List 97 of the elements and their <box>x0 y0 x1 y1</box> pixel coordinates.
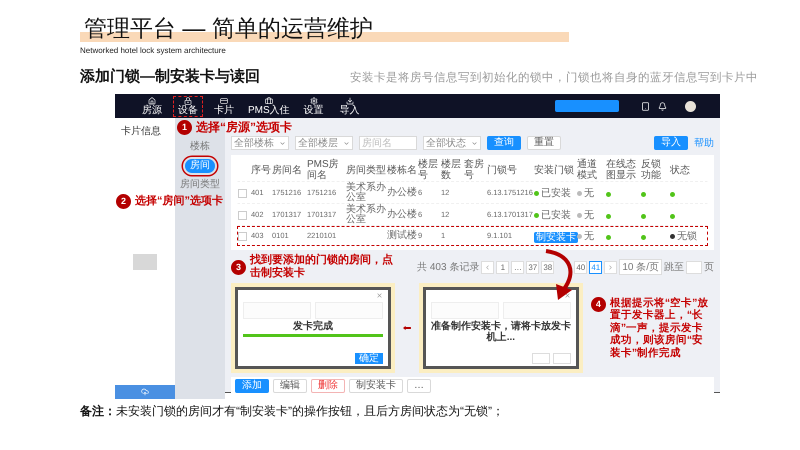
step-number: 3 <box>231 260 246 274</box>
chevron-down-icon <box>343 140 350 146</box>
column-header: 套房号 <box>464 159 485 181</box>
column-header: 反锁功能 <box>641 159 662 181</box>
row-checkbox[interactable] <box>238 232 247 240</box>
filter-button[interactable]: 重置 <box>527 136 561 150</box>
chevron-down-icon <box>279 140 286 146</box>
action-button[interactable]: 删除 <box>311 379 345 393</box>
page-button[interactable]: 41 <box>589 260 602 274</box>
nav-tab[interactable]: 设备 <box>173 96 203 116</box>
nav-icon <box>220 96 228 104</box>
section-heading: 添加门锁—制安装卡与读回 <box>80 67 260 86</box>
column-header: 状态 <box>670 164 691 176</box>
nav-icon <box>264 96 273 104</box>
column-header: 序号 <box>251 164 271 176</box>
chevron-down-icon <box>471 140 478 146</box>
sidebar-item[interactable]: 房间 <box>185 159 215 173</box>
action-button[interactable]: 添加 <box>235 379 269 393</box>
column-header: 安装门锁 <box>534 164 575 176</box>
column-header: 门锁号 <box>487 164 518 176</box>
table-cell: 美术系办公室 <box>346 183 386 203</box>
status-label: 无锁 <box>670 229 700 243</box>
panel-title: 卡片信息 <box>120 124 161 138</box>
row-checkbox[interactable] <box>238 188 247 198</box>
filter-select[interactable]: 全部楼栋 <box>231 136 289 150</box>
filter-button[interactable]: 查询 <box>487 136 521 150</box>
page-button[interactable]: 1 <box>496 260 510 274</box>
import-button[interactable]: 导入 <box>654 136 688 150</box>
step-number: 4 <box>590 296 606 312</box>
column-header: PMS房间名 <box>307 159 340 181</box>
page-size-select[interactable]: 10 条/页 <box>619 259 662 275</box>
confirm-button[interactable]: 确定 <box>355 353 383 364</box>
callout-text: 选择“房间”选项卡 <box>135 194 223 208</box>
jump-field[interactable] <box>686 260 702 274</box>
page-button[interactable]: 37 <box>526 260 540 274</box>
callout-text: 选择“房源”选项卡 <box>196 120 292 135</box>
column-header: 在线态图显示 <box>606 159 637 181</box>
column-header: 楼层号 <box>418 159 439 181</box>
page-button[interactable]: 40 <box>574 260 588 274</box>
status-label: 无 <box>577 208 605 222</box>
nav-icon <box>148 96 156 104</box>
dialog-message: 准备制作安装卡，请将卡放发卡机上... <box>430 321 571 343</box>
table-cell: 美术系办公室 <box>346 205 386 225</box>
slide-subtitle: Networked hotel lock system architecture <box>80 46 227 55</box>
tablet-icon[interactable] <box>641 102 650 110</box>
search-field[interactable]: 房间名 <box>359 136 417 150</box>
nav-icon <box>184 96 192 104</box>
nav-tab[interactable]: 房源 <box>137 96 167 116</box>
page-button[interactable]: 38 <box>541 260 554 274</box>
status-label: 无 <box>577 186 605 200</box>
upload-button[interactable] <box>115 385 175 399</box>
nav-tab[interactable]: 导入 <box>334 96 365 116</box>
status-label: 已安装 <box>534 208 576 222</box>
column-header: 房间名 <box>272 164 303 176</box>
column-header: 楼栋名 <box>387 164 417 176</box>
user-avatar[interactable] <box>685 100 696 112</box>
column-header: 楼层数 <box>441 159 462 181</box>
page-label: 页 <box>704 261 714 274</box>
next-page-icon[interactable] <box>604 260 618 274</box>
jump-label: 跳至 <box>664 260 684 274</box>
previous-page-icon[interactable] <box>481 260 494 274</box>
curved-arrow <box>546 248 573 300</box>
dialog-button[interactable] <box>552 353 571 364</box>
action-button[interactable]: 制安装卡 <box>349 379 403 393</box>
callout-text: 根据提示将“空卡”放置于发卡器上，“长滴”一声，提示发卡成功，则该房间“安装卡”制作完成 <box>610 296 710 360</box>
row-checkbox[interactable] <box>238 210 247 220</box>
status-label: 无 <box>577 229 605 243</box>
table-cell: 办公楼 <box>387 210 417 220</box>
nav-tab[interactable]: 卡片 <box>209 96 239 116</box>
column-header: 通道模式 <box>577 159 598 181</box>
filter-select[interactable]: 全部状态 <box>423 136 481 150</box>
table-cell: 办公楼 <box>387 188 417 198</box>
sidebar-item[interactable]: 房间类型 <box>175 178 225 192</box>
table-cell: 测试楼 <box>387 231 417 241</box>
footnote: 备注：未安装门锁的房间才有“制安装卡”的操作按钮，且后方房间状态为“无锁”； <box>80 403 505 420</box>
nav-icon <box>346 96 354 104</box>
make-card-button[interactable]: 制安装卡 <box>534 232 578 243</box>
nav-tab[interactable]: PMS入住 <box>245 96 293 116</box>
bell-icon[interactable] <box>658 102 667 110</box>
dialog-button[interactable] <box>532 353 550 364</box>
page-button[interactable]: … <box>511 260 524 274</box>
photo-placeholder <box>133 254 157 270</box>
upload-icon <box>141 388 149 396</box>
filter-select[interactable]: 全部楼层 <box>295 136 353 150</box>
callout-text: 找到要添加的门锁的房间，点击制安装卡 <box>250 254 394 280</box>
nav-icon <box>310 96 318 104</box>
section-note: 安装卡是将房号信息写到初始化的锁中，门锁也将自身的蓝牙信息写到卡片中 <box>350 70 758 85</box>
sidebar-item[interactable]: 楼栋 <box>185 140 215 154</box>
action-button[interactable]: … <box>407 379 431 393</box>
dialog-message: 发卡完成 <box>292 321 334 332</box>
close-icon[interactable] <box>564 292 571 299</box>
nav-tab[interactable]: 设置 <box>298 96 329 116</box>
total-count: 共 403 条记录 <box>417 260 480 274</box>
action-button[interactable]: 编辑 <box>273 379 307 393</box>
notice-button[interactable] <box>555 100 619 112</box>
column-header: 房间类型 <box>346 164 386 176</box>
status-label: 已安装 <box>534 186 576 200</box>
